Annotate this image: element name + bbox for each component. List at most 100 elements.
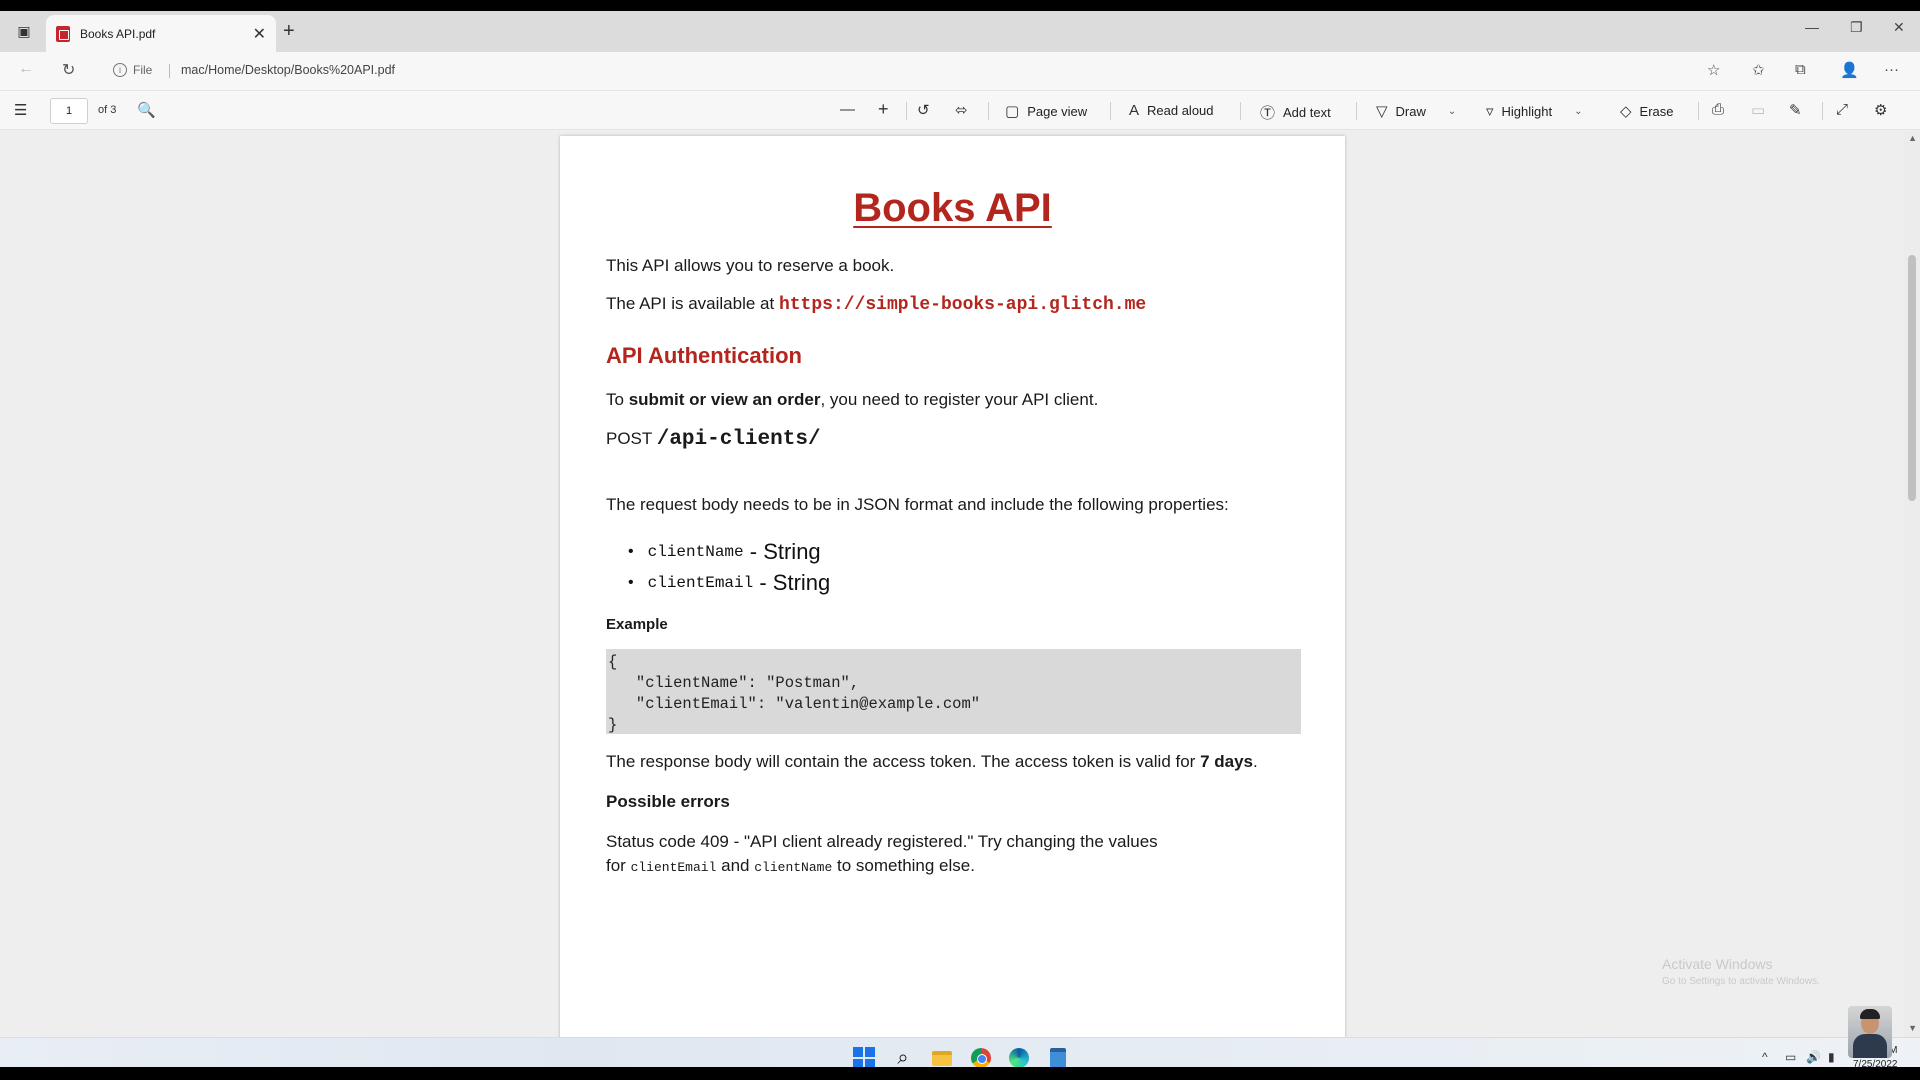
minimize-icon[interactable]: — (1805, 19, 1819, 35)
fullscreen-icon[interactable]: ⤢ (1836, 101, 1848, 118)
add-text-button[interactable]: Ⓣ Add text (1260, 102, 1331, 123)
auth-text: To submit or view an order, you need to … (606, 390, 1099, 409)
erase-label: Erase (1639, 103, 1674, 119)
address-prefix: File (133, 63, 153, 77)
add-text-icon: Ⓣ (1260, 105, 1276, 122)
draw-icon: ▽ (1376, 103, 1388, 120)
pdf-page: Books API This API allows you to reserve… (560, 136, 1345, 1046)
chrome-icon[interactable] (969, 1046, 993, 1067)
toolbar-divider (906, 102, 907, 120)
highlight-button[interactable]: ▿ Highlight ⌄ (1486, 102, 1583, 120)
toolbar-divider (1240, 102, 1241, 120)
edge-icon[interactable] (1007, 1046, 1031, 1067)
info-icon: i (113, 63, 127, 77)
auth-heading: API Authentication (606, 343, 802, 368)
page-view-button[interactable]: ▢ Page view (1005, 102, 1087, 120)
refresh-icon[interactable]: ↻ (62, 60, 75, 80)
read-aloud-button[interactable]: A Read aloud (1129, 102, 1214, 119)
endpoint: POST /api-clients/ (606, 428, 821, 451)
api-availability: The API is available at https://simple-b… (606, 294, 1147, 315)
response-text: The response body will contain the acces… (606, 752, 1258, 771)
page-view-icon: ▢ (1005, 103, 1020, 120)
add-text-label: Add text (1283, 105, 1331, 120)
example-label: Example (606, 616, 668, 633)
screen: ▣ Books API.pdf ✕ + — ❐ ✕ ← ↻ i File mac… (0, 11, 1920, 1067)
list-item: clientEmail - String (628, 567, 831, 598)
page-number-input[interactable]: 1 (50, 98, 88, 124)
more-menu-icon[interactable]: ··· (1884, 61, 1899, 78)
scrollbar[interactable] (1904, 131, 1920, 1037)
highlight-icon: ▿ (1486, 103, 1494, 120)
error-line-1: Status code 409 - "API client already re… (606, 832, 1158, 851)
site-info-chip[interactable]: i File (113, 63, 152, 77)
draw-label: Draw (1395, 103, 1426, 119)
collections-icon[interactable]: ⧉ (1795, 61, 1806, 78)
profile-icon[interactable]: 👤 (1840, 61, 1859, 79)
browser-tab[interactable]: Books API.pdf ✕ (46, 15, 276, 52)
search-icon[interactable]: ⌕ (891, 1046, 915, 1068)
document-title: Books API (853, 186, 1052, 230)
zoom-in-icon[interactable]: + (878, 99, 889, 120)
toolbar-divider (1822, 102, 1823, 120)
chevron-down-icon[interactable]: ⌄ (1448, 106, 1456, 117)
new-tab-icon[interactable]: + (283, 21, 295, 41)
toolbar-divider (988, 102, 989, 120)
read-aloud-label: Read aloud (1147, 103, 1214, 118)
page-total: of 3 (98, 104, 117, 116)
fit-page-icon[interactable]: ⬄ (955, 101, 968, 119)
eraser-icon: ◇ (1620, 103, 1632, 120)
tab-close-icon[interactable]: ✕ (253, 24, 266, 44)
erase-button[interactable]: ◇ Erase (1620, 102, 1674, 120)
restore-icon[interactable]: ❐ (1850, 19, 1863, 36)
taskbar: ⌕ ^ ▭ 🔊 ▮ AM 7/25/2022 (0, 1037, 1920, 1067)
toolbar-divider (1110, 102, 1111, 120)
page-view-label: Page view (1027, 103, 1088, 119)
draw-button[interactable]: ▽ Draw ⌄ (1376, 102, 1456, 120)
error-line-2: for clientEmail and clientName to someth… (606, 856, 975, 875)
property-list: clientName - String clientEmail - String (628, 536, 831, 598)
highlight-label: Highlight (1501, 103, 1553, 119)
tab-bar: ▣ Books API.pdf ✕ + — ❐ ✕ (0, 11, 1920, 52)
address-bar: ← ↻ i File mac/Home/Desktop/Books%20API.… (0, 52, 1920, 90)
file-explorer-icon[interactable] (930, 1046, 954, 1067)
watermark-subtitle: Go to Settings to activate Windows. (1662, 976, 1820, 987)
tab-title: Books API.pdf (80, 26, 156, 41)
scrollbar-thumb[interactable] (1908, 255, 1916, 501)
network-icon[interactable]: ▭ (1785, 1050, 1796, 1064)
contents-list-icon[interactable]: ☰ (14, 101, 27, 119)
save-icon[interactable]: ▭ (1751, 101, 1765, 119)
settings-gear-icon[interactable]: ⚙ (1874, 101, 1887, 119)
pdf-toolbar: ☰ 1 of 3 🔍 — + ↺ ⬄ ▢ Page view A Read al… (0, 90, 1920, 130)
rotate-icon[interactable]: ↺ (917, 101, 930, 119)
chevron-down-icon[interactable]: ⌄ (1574, 106, 1582, 117)
tab-actions-icon[interactable]: ▣ (12, 19, 36, 43)
zoom-out-icon[interactable]: — (840, 101, 855, 118)
scroll-down-icon[interactable]: ▼ (1908, 1023, 1917, 1033)
back-icon[interactable]: ← (18, 60, 34, 78)
list-item: clientName - String (628, 536, 830, 567)
intro-text: This API allows you to reserve a book. (606, 256, 895, 275)
example-code-block: { "clientName": "Postman", "clientEmail"… (606, 649, 1301, 734)
watermark-title: Activate Windows (1662, 956, 1773, 972)
start-icon[interactable] (852, 1046, 876, 1067)
close-window-icon[interactable]: ✕ (1893, 19, 1905, 36)
notepad-icon[interactable] (1046, 1046, 1070, 1067)
toolbar-divider (1356, 102, 1357, 120)
read-aloud-icon: A (1129, 102, 1140, 119)
save-as-icon[interactable]: ✎ (1789, 101, 1802, 119)
api-url-link[interactable]: https://simple-books-api.glitch.me (779, 295, 1146, 315)
activation-watermark: Activate Windows Go to Settings to activ… (1662, 956, 1820, 987)
address-divider (169, 64, 170, 78)
favorite-add-icon[interactable]: ☆ (1707, 61, 1720, 79)
battery-icon[interactable]: ▮ (1828, 1050, 1835, 1064)
webcam-overlay (1848, 1006, 1892, 1058)
tray-chevron-icon[interactable]: ^ (1762, 1050, 1768, 1064)
volume-icon[interactable]: 🔊 (1806, 1050, 1821, 1064)
url-field[interactable]: mac/Home/Desktop/Books%20API.pdf (181, 63, 395, 77)
search-icon[interactable]: 🔍 (137, 101, 156, 119)
scroll-up-icon[interactable]: ▲ (1908, 133, 1917, 143)
errors-heading: Possible errors (606, 792, 730, 811)
favorites-icon[interactable]: ✩ (1752, 61, 1765, 79)
print-icon[interactable]: ⎙ (1712, 101, 1724, 118)
pdf-file-icon (56, 25, 70, 42)
